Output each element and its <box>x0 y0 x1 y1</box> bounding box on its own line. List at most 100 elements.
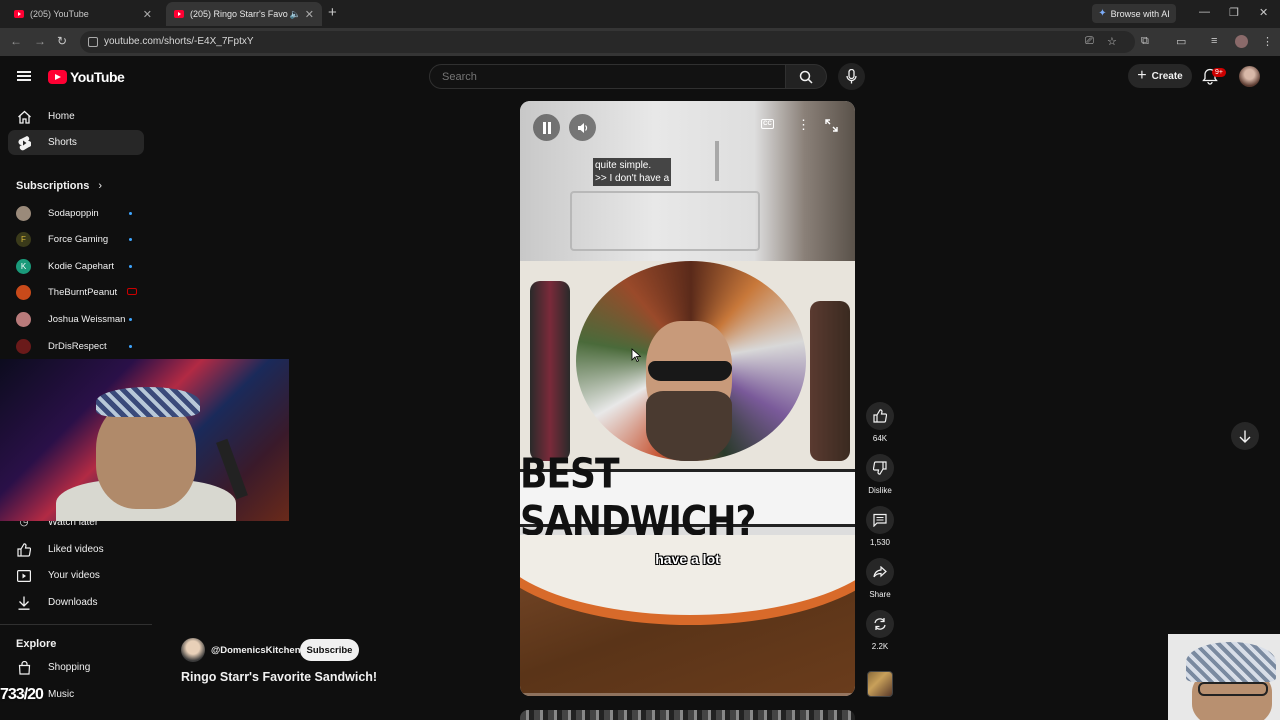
sidebar-item-sodapoppin[interactable]: Sodapoppin <box>16 203 136 223</box>
install-app-icon[interactable]: ⎚ <box>1085 35 1094 48</box>
share-action[interactable]: Share <box>866 558 894 599</box>
subscribe-button[interactable]: Subscribe <box>300 639 359 661</box>
sidebar-item-theburntpeanut[interactable]: TheBurntPeanut <box>16 282 137 302</box>
browse-with-ai-button[interactable]: ✦ Browse with AI <box>1092 4 1176 23</box>
sidebar-item-label: Music <box>48 689 75 700</box>
sidebar-item-shorts[interactable]: Shorts <box>8 130 144 155</box>
browser-tab-short[interactable]: (205) Ringo Starr's Favorite 🔈 ✕ <box>166 2 322 26</box>
next-short-button[interactable] <box>1231 422 1259 450</box>
audio-track-thumbnail[interactable] <box>867 671 893 697</box>
caption-line: quite simple. <box>595 160 652 171</box>
youtube-favicon-icon <box>174 10 184 18</box>
remix-icon <box>874 618 886 630</box>
browser-tab-youtube[interactable]: (205) YouTube ✕ <box>6 2 160 26</box>
background-figure <box>810 301 850 461</box>
new-content-dot <box>129 238 132 241</box>
close-tab-icon[interactable]: ✕ <box>143 8 152 21</box>
sidebar-item-label: Your videos <box>48 570 100 581</box>
forward-icon[interactable]: → <box>34 34 46 48</box>
video-progress-bar[interactable] <box>520 693 855 696</box>
next-short-preview[interactable] <box>520 710 855 720</box>
sidebar-item-downloads[interactable]: Downloads <box>8 590 144 615</box>
tab-audio-icon[interactable]: 🔈 <box>290 9 301 20</box>
pause-button[interactable] <box>533 114 560 141</box>
bookmark-star-icon[interactable]: ☆ <box>1107 35 1117 48</box>
create-button[interactable]: + Create <box>1128 64 1192 88</box>
search-button[interactable] <box>786 64 827 89</box>
youtube-play-logo-icon <box>48 70 67 84</box>
channel-name: Sodapoppin <box>48 207 99 219</box>
sidebar-item-joshua-weissman[interactable]: Joshua Weissman <box>16 309 136 329</box>
close-tab-icon[interactable]: ✕ <box>305 8 314 21</box>
mouse-cursor-icon <box>631 348 641 362</box>
new-content-dot <box>129 318 132 321</box>
youtube-logo[interactable]: YouTube <box>48 69 125 85</box>
channel-avatar[interactable] <box>181 638 205 662</box>
banner-text: BEST SANDWICH? <box>520 450 756 546</box>
fullscreen-button[interactable] <box>825 119 838 137</box>
sidebar-item-force-gaming[interactable]: F Force Gaming <box>16 229 136 249</box>
sidebar-item-drdisrespect[interactable]: DrDisRespect <box>16 336 136 356</box>
more-options-icon[interactable]: ⋮ <box>797 117 810 133</box>
captions-button[interactable]: CC <box>761 119 774 129</box>
short-title[interactable]: Ringo Starr's Favorite Sandwich! <box>181 670 377 684</box>
home-icon <box>16 110 32 124</box>
restore-icon[interactable]: ❐ <box>1229 6 1239 19</box>
browser-profile-avatar[interactable] <box>1235 35 1248 48</box>
subscriptions-heading[interactable]: Subscriptions › <box>16 180 102 192</box>
sidebar-item-home[interactable]: Home <box>8 104 144 129</box>
channel-avatar <box>16 338 31 354</box>
volume-button[interactable] <box>569 114 596 141</box>
voice-search-button[interactable] <box>838 63 865 90</box>
channel-handle[interactable]: @DomenicsKitchen <box>211 645 301 656</box>
sunglasses <box>648 361 732 381</box>
site-info-icon[interactable] <box>88 37 98 47</box>
remix-action[interactable]: 2.2K <box>866 610 894 651</box>
search-input[interactable] <box>429 64 786 89</box>
channel-name: DrDisRespect <box>48 340 107 352</box>
minimize-icon[interactable]: — <box>1199 6 1210 18</box>
remix-button[interactable] <box>866 610 894 638</box>
captions-icon: CC <box>761 119 774 129</box>
sidebar-divider <box>0 624 152 625</box>
like-action[interactable]: 64K <box>866 402 894 443</box>
sidebar-item-label: Shorts <box>48 137 77 148</box>
reload-icon[interactable]: ↻ <box>57 34 67 48</box>
video-banner: BEST SANDWICH? <box>520 451 855 545</box>
like-button[interactable] <box>866 402 894 430</box>
volume-icon <box>577 122 587 133</box>
plus-icon: + <box>1137 67 1147 84</box>
cast-icon[interactable]: ▭ <box>1176 35 1186 48</box>
channel-avatar <box>16 311 31 327</box>
new-tab-icon[interactable]: + <box>328 4 337 21</box>
comments-action[interactable]: 1,530 <box>866 506 894 547</box>
channel-avatar: K <box>16 258 31 274</box>
arrow-down-icon <box>1239 430 1251 443</box>
microphone-icon <box>846 69 857 84</box>
close-window-icon[interactable]: ✕ <box>1259 6 1268 19</box>
extensions-icon[interactable]: ⧉ <box>1141 35 1149 48</box>
sidebar-item-kodie-capehart[interactable]: K Kodie Capehart <box>16 256 136 276</box>
comment-count: 1,530 <box>869 538 891 547</box>
url-text: youtube.com/shorts/-E4X_7FptxY <box>104 36 254 47</box>
streamer-glasses <box>1198 682 1268 696</box>
account-avatar[interactable] <box>1239 66 1260 87</box>
browser-toolbar: ← → ↻ youtube.com/shorts/-E4X_7FptxY ⎚ ☆… <box>0 28 1280 56</box>
browser-menu-icon[interactable]: ⋮ <box>1262 35 1273 48</box>
media-controls-icon[interactable]: ≡ <box>1211 35 1217 47</box>
sidebar-item-shopping[interactable]: Shopping <box>8 655 144 680</box>
sidebar-item-your-videos[interactable]: Your videos <box>8 563 144 588</box>
thumbs-up-icon <box>16 542 32 557</box>
back-icon[interactable]: ← <box>10 34 22 48</box>
menu-icon[interactable] <box>17 71 31 81</box>
share-button[interactable] <box>866 558 894 586</box>
shorts-player[interactable]: BEST SANDWICH? quite simple. >> I don't … <box>520 101 855 696</box>
plate <box>520 535 855 625</box>
dislike-label: Dislike <box>868 486 892 495</box>
channel-name: Force Gaming <box>48 233 109 245</box>
dislike-action[interactable]: Dislike <box>866 454 894 495</box>
dislike-button[interactable] <box>866 454 894 482</box>
sidebar-item-liked-videos[interactable]: Liked videos <box>8 537 144 562</box>
comments-button[interactable] <box>866 506 894 534</box>
address-bar[interactable]: youtube.com/shorts/-E4X_7FptxY <box>80 31 1135 53</box>
